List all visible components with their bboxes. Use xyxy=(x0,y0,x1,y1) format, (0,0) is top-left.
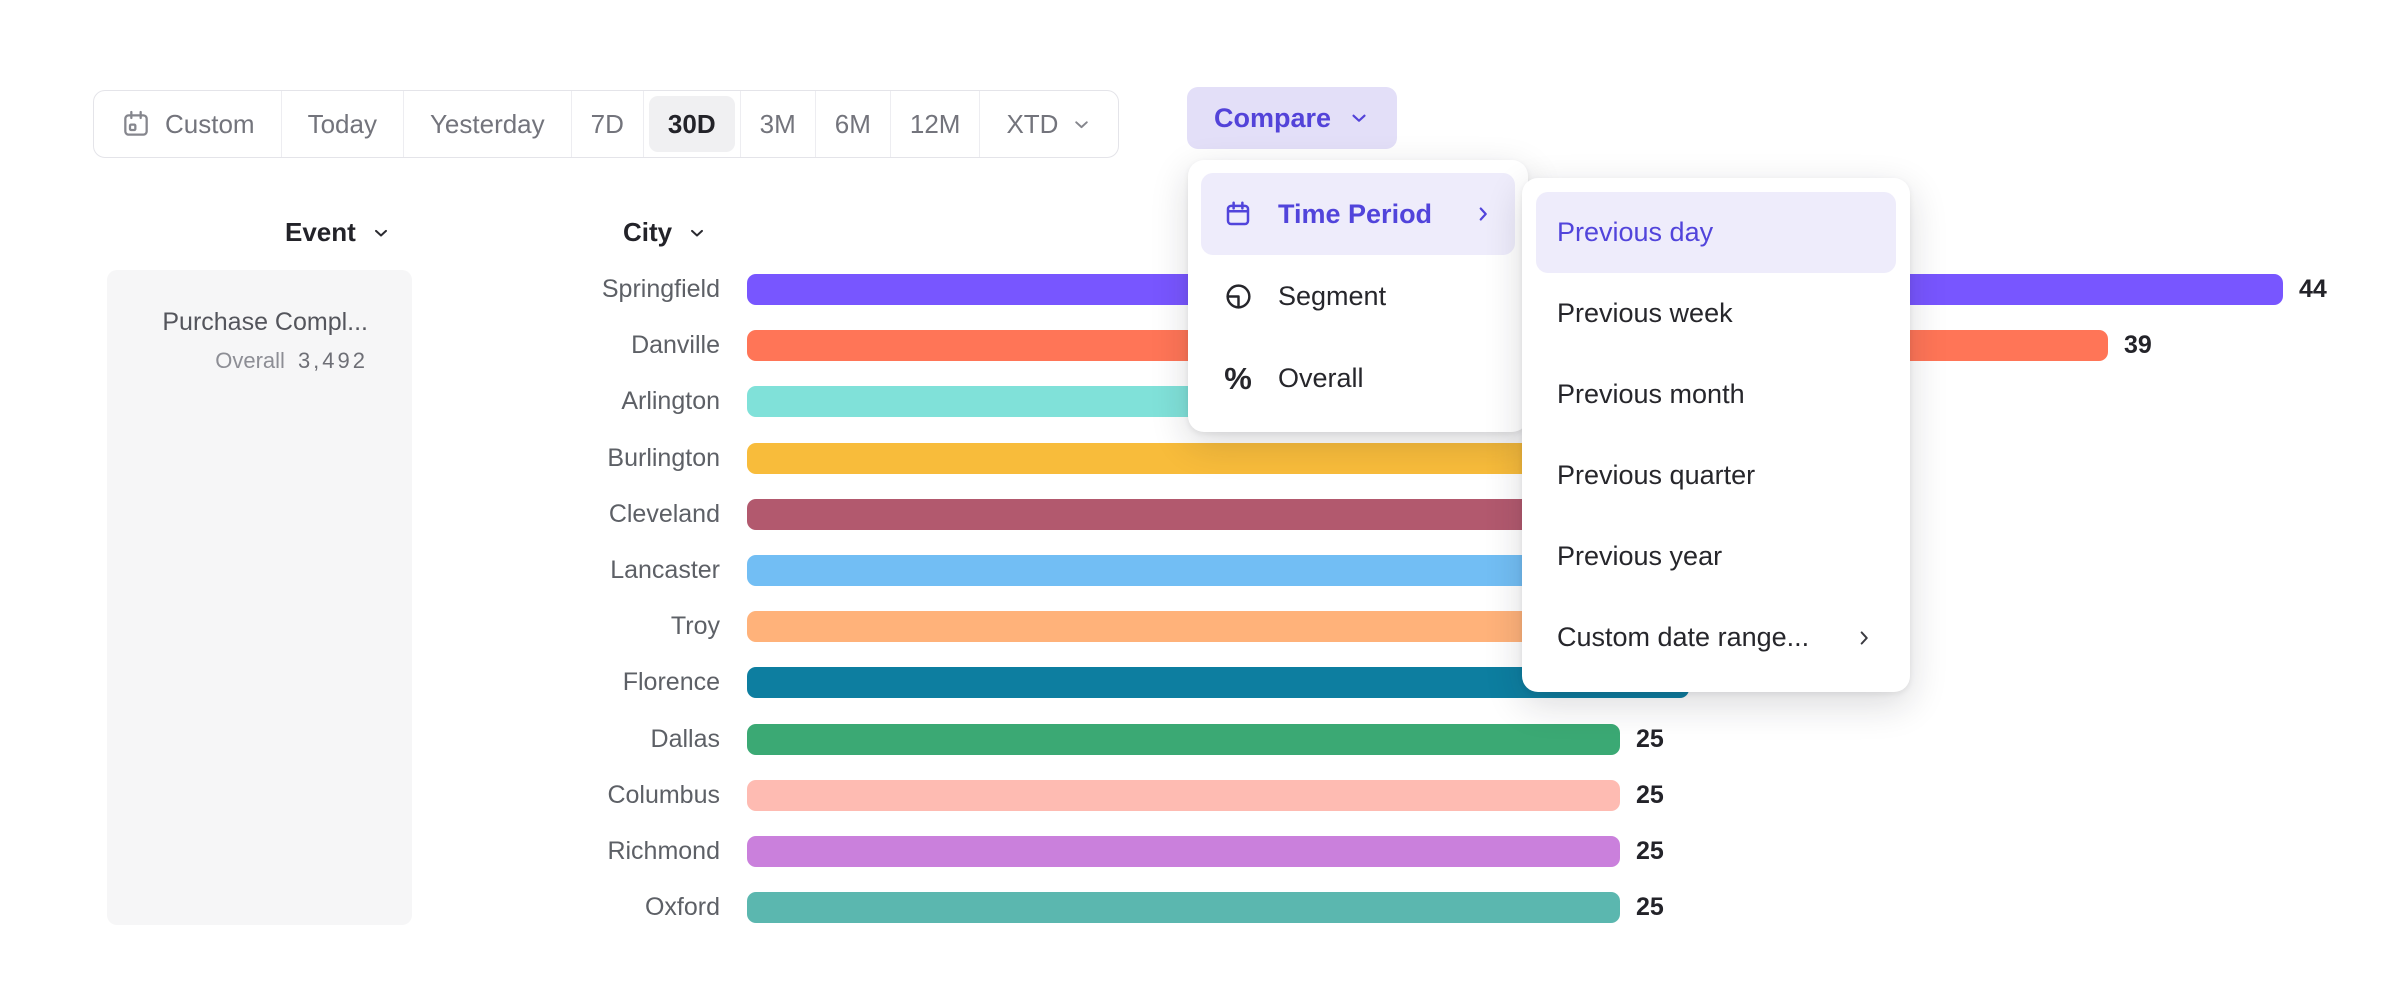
bar-label: Troy xyxy=(420,611,720,642)
chevron-right-icon xyxy=(1853,627,1875,649)
event-column-header[interactable]: Event xyxy=(285,217,391,248)
chart-row: Dallas 25 xyxy=(0,724,2394,755)
bar-label: Burlington xyxy=(420,443,720,474)
menu-item-label: Segment xyxy=(1278,281,1494,312)
toolbar-label: Today xyxy=(308,109,377,140)
submenu-item-previous-week[interactable]: Previous week xyxy=(1536,273,1896,354)
compare-button[interactable]: Compare xyxy=(1187,87,1397,149)
submenu-item-previous-day[interactable]: Previous day xyxy=(1536,192,1896,273)
bar[interactable] xyxy=(747,892,1620,923)
bar[interactable] xyxy=(747,724,1620,755)
submenu-item-previous-quarter[interactable]: Previous quarter xyxy=(1536,435,1896,516)
date-range-3m-button[interactable]: 3M xyxy=(741,91,816,157)
percent-icon: % xyxy=(1222,362,1254,394)
date-range-30d-button-selected[interactable]: 30D xyxy=(644,91,741,157)
toolbar-label: Custom xyxy=(165,109,255,140)
bar-value: 39 xyxy=(2124,330,2152,361)
chart-row: Oxford 25 xyxy=(0,892,2394,923)
menu-item-overall[interactable]: % Overall xyxy=(1201,337,1515,419)
submenu-item-custom-date-range[interactable]: Custom date range... xyxy=(1536,597,1896,678)
compare-dropdown-menu: Time Period Segment % Overall xyxy=(1188,160,1528,432)
toolbar-label: 6M xyxy=(835,109,871,140)
menu-item-label: Overall xyxy=(1278,363,1494,394)
date-range-toolbar: Custom Today Yesterday 7D 30D 3M 6M 12M … xyxy=(93,90,1119,158)
date-range-custom-button[interactable]: Custom xyxy=(94,91,282,157)
bar-value: 25 xyxy=(1636,836,1664,867)
toolbar-label: 12M xyxy=(910,109,961,140)
submenu-item-label: Previous quarter xyxy=(1557,460,1755,491)
chart-row: Florence xyxy=(0,667,2394,698)
toolbar-label: XTD xyxy=(1006,109,1058,140)
date-range-6m-button[interactable]: 6M xyxy=(816,91,891,157)
menu-item-segment[interactable]: Segment xyxy=(1201,255,1515,337)
date-range-today-button[interactable]: Today xyxy=(282,91,404,157)
chart-row: Troy xyxy=(0,611,2394,642)
segment-icon xyxy=(1222,280,1254,312)
bar-value: 44 xyxy=(2299,274,2327,305)
chart-row: Lancaster xyxy=(0,555,2394,586)
submenu-item-label: Previous week xyxy=(1557,298,1733,329)
time-period-submenu: Previous day Previous week Previous mont… xyxy=(1522,178,1910,692)
bar-label: Florence xyxy=(420,667,720,698)
event-panel-card[interactable]: Purchase Compl... Overall3,492 xyxy=(107,270,412,925)
chevron-down-icon xyxy=(1348,107,1370,129)
bar-label: Danville xyxy=(420,330,720,361)
chevron-down-icon xyxy=(1071,114,1092,135)
date-range-7d-button[interactable]: 7D xyxy=(572,91,644,157)
date-range-12m-button[interactable]: 12M xyxy=(891,91,981,157)
date-range-xtd-button[interactable]: XTD xyxy=(980,91,1118,157)
chevron-right-icon xyxy=(1472,203,1494,225)
menu-item-label: Time Period xyxy=(1278,199,1448,230)
chart-row: Columbus 25 xyxy=(0,780,2394,811)
chart-row: Richmond 25 xyxy=(0,836,2394,867)
chevron-down-icon xyxy=(371,223,391,243)
city-column-header[interactable]: City xyxy=(623,217,707,248)
bar-label: Columbus xyxy=(420,780,720,811)
bar-label: Arlington xyxy=(420,386,720,417)
chart-row: Burlington xyxy=(0,443,2394,474)
submenu-item-previous-year[interactable]: Previous year xyxy=(1536,516,1896,597)
toolbar-label: Yesterday xyxy=(430,109,545,140)
submenu-item-previous-month[interactable]: Previous month xyxy=(1536,354,1896,435)
bar-value: 25 xyxy=(1636,780,1664,811)
bar-value: 25 xyxy=(1636,724,1664,755)
submenu-item-label: Custom date range... xyxy=(1557,622,1809,653)
chart-row: Cleveland xyxy=(0,499,2394,530)
event-header-label: Event xyxy=(285,217,356,248)
bar-label: Richmond xyxy=(420,836,720,867)
submenu-item-label: Previous day xyxy=(1557,217,1713,248)
bar[interactable] xyxy=(747,836,1620,867)
bar-label: Dallas xyxy=(420,724,720,755)
chevron-down-icon xyxy=(687,223,707,243)
toolbar-selected-pill: 30D xyxy=(649,96,735,152)
date-range-yesterday-button[interactable]: Yesterday xyxy=(404,91,572,157)
bar-label: Oxford xyxy=(420,892,720,923)
bar-value: 25 xyxy=(1636,892,1664,923)
toolbar-label: 7D xyxy=(591,109,624,140)
toolbar-label: 3M xyxy=(760,109,796,140)
bar-label: Lancaster xyxy=(420,555,720,586)
submenu-item-label: Previous year xyxy=(1557,541,1722,572)
bar-label: Cleveland xyxy=(420,499,720,530)
city-header-label: City xyxy=(623,217,672,248)
calendar-icon xyxy=(1222,198,1254,230)
bar-label: Springfield xyxy=(420,274,720,305)
submenu-item-label: Previous month xyxy=(1557,379,1745,410)
bar[interactable] xyxy=(747,780,1620,811)
compare-label: Compare xyxy=(1214,103,1331,134)
menu-item-time-period[interactable]: Time Period xyxy=(1201,173,1515,255)
insights-report-view: Custom Today Yesterday 7D 30D 3M 6M 12M … xyxy=(0,0,2394,1004)
calendar-icon xyxy=(120,108,152,140)
